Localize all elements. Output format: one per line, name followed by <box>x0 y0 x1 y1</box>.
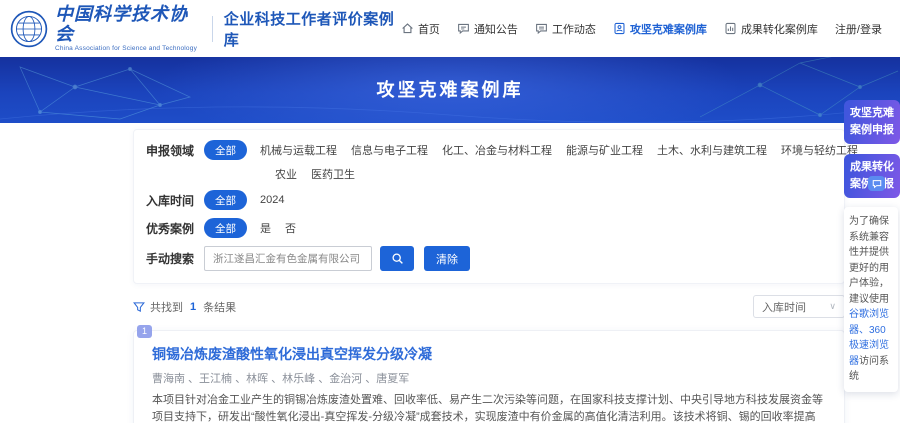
sort-select[interactable]: 入库时间 ∨ <box>753 295 845 318</box>
domain-option[interactable]: 信息与电子工程 <box>351 142 428 158</box>
filter-row-domain: 申报领域 全部 机械与运载工程 信息与电子工程 化工、冶金与材料工程 能源与矿业… <box>146 140 832 160</box>
nav-item-announcements[interactable]: 通知公告 <box>457 21 518 37</box>
nav-label: 攻坚克难案例库 <box>630 21 707 37</box>
chevron-down-icon: ∨ <box>829 301 836 312</box>
result-title-link[interactable]: 铜锡冶炼废渣酸性氧化浸出真空挥发分级冷凝 <box>152 344 826 364</box>
domain-options-row2: 农业 医药卫生 <box>275 166 832 182</box>
logo-title: 中国科学技术协会 <box>55 5 200 45</box>
news-icon <box>535 22 548 35</box>
filter-label: 入库时间 <box>146 192 204 209</box>
domain-all-pill[interactable]: 全部 <box>204 140 247 160</box>
main-nav: 首页 通知公告 工作动态 攻坚克难案例库 <box>401 21 882 37</box>
nav-label: 通知公告 <box>474 21 518 37</box>
top-header: 中国科学技术协会 China Association for Science a… <box>0 0 900 57</box>
nav-item-case-library[interactable]: 攻坚克难案例库 <box>613 21 707 37</box>
excellent-all-pill[interactable]: 全部 <box>204 218 247 238</box>
search-icon <box>391 252 404 265</box>
result-description: 本项目针对冶金工业产生的铜锡冶炼废渣处置难、回收率低、易产生二次污染等问题，在国… <box>152 392 826 423</box>
chat-bubble-icon <box>872 179 882 189</box>
home-icon <box>401 22 414 35</box>
filter-row-search: 手动搜索 清除 <box>146 246 832 271</box>
main-content: 申报领域 全部 机械与运载工程 信息与电子工程 化工、冶金与材料工程 能源与矿业… <box>133 129 845 423</box>
notice-text: 为了确保系统兼容性并提供更好的用户体验，建议使用 <box>849 216 889 305</box>
achievement-library-icon <box>724 22 737 35</box>
filter-funnel-icon <box>133 301 145 313</box>
year-all-pill[interactable]: 全部 <box>204 190 247 210</box>
nav-label: 首页 <box>418 21 440 37</box>
sort-label: 入库时间 <box>762 299 806 315</box>
browser360-link-tail[interactable]: 器 <box>849 356 859 367</box>
logo-subtitle: China Association for Science and Techno… <box>55 45 200 52</box>
excellent-options: 是 否 <box>260 220 296 236</box>
site-title: 企业科技工作者评价案例库 <box>224 8 401 50</box>
domain-options: 机械与运载工程 信息与电子工程 化工、冶金与材料工程 能源与矿业工程 土木、水利… <box>260 142 858 158</box>
nav-item-register-login[interactable]: 注册/登录 <box>835 21 882 37</box>
results-bar: 共找到 1 条结果 入库时间 ∨ <box>133 295 845 318</box>
domain-option[interactable]: 医药卫生 <box>311 166 355 182</box>
announcement-icon <box>457 22 470 35</box>
page-banner: 攻坚克难案例库 <box>0 57 900 123</box>
excellent-option-no[interactable]: 否 <box>285 220 296 236</box>
count-suffix: 条结果 <box>203 299 236 315</box>
helper-widget-icon[interactable] <box>868 176 885 191</box>
nav-label: 成果转化案例库 <box>741 21 818 37</box>
apply-case-button[interactable]: 攻坚克难 案例申报 <box>844 100 900 144</box>
search-input[interactable] <box>204 246 372 271</box>
result-authors: 曹海南 、王江楠 、林晖 、林乐峰 、金治河 、唐夏军 <box>152 370 826 386</box>
filter-panel: 申报领域 全部 机械与运载工程 信息与电子工程 化工、冶金与材料工程 能源与矿业… <box>133 129 845 284</box>
count-value: 1 <box>190 301 196 313</box>
domain-option[interactable]: 农业 <box>275 166 297 182</box>
results-count: 共找到 1 条结果 <box>133 299 236 315</box>
nav-label: 注册/登录 <box>835 21 882 37</box>
banner-title: 攻坚克难案例库 <box>0 57 900 123</box>
filter-label: 申报领域 <box>146 142 204 159</box>
nav-item-home[interactable]: 首页 <box>401 21 440 37</box>
nav-item-work-updates[interactable]: 工作动态 <box>535 21 596 37</box>
case-library-icon <box>613 22 626 35</box>
filter-row-year: 入库时间 全部 2024 <box>146 190 832 210</box>
nav-item-achievement-library[interactable]: 成果转化案例库 <box>724 21 818 37</box>
filter-row-excellent: 优秀案例 全部 是 否 <box>146 218 832 238</box>
year-option[interactable]: 2024 <box>260 194 284 206</box>
apply-case-line2: 案例申报 <box>850 124 894 136</box>
domain-option[interactable]: 化工、冶金与材料工程 <box>442 142 552 158</box>
nav-label: 工作动态 <box>552 21 596 37</box>
count-prefix: 共找到 <box>150 299 183 315</box>
domain-option[interactable]: 机械与运载工程 <box>260 142 337 158</box>
search-button[interactable] <box>380 246 414 271</box>
logo-text: 中国科学技术协会 China Association for Science a… <box>55 5 200 53</box>
brand-area: 中国科学技术协会 China Association for Science a… <box>10 5 401 53</box>
brand-divider <box>212 16 213 42</box>
clear-button[interactable]: 清除 <box>424 246 470 271</box>
year-options: 2024 <box>260 194 284 206</box>
result-index-badge: 1 <box>137 325 152 338</box>
filter-label: 优秀案例 <box>146 220 204 237</box>
domain-option[interactable]: 土木、水利与建筑工程 <box>657 142 767 158</box>
apply-case-line1: 攻坚克难 <box>850 107 894 119</box>
apply-achievement-line1: 成果转化 <box>850 161 894 173</box>
result-card: 1 铜锡冶炼废渣酸性氧化浸出真空挥发分级冷凝 曹海南 、王江楠 、林晖 、林乐峰… <box>133 330 845 423</box>
filter-label: 手动搜索 <box>146 250 204 267</box>
side-floating-panel: 攻坚克难 案例申报 成果转化 案例申报 为了确保系统兼容性并提供更好的用户体验，… <box>842 100 900 392</box>
cast-logo-icon <box>10 10 48 48</box>
browser-notice: 为了确保系统兼容性并提供更好的用户体验，建议使用谷歌浏览器、360极速浏览器访问… <box>844 207 898 392</box>
excellent-option-yes[interactable]: 是 <box>260 220 271 236</box>
domain-option[interactable]: 能源与矿业工程 <box>566 142 643 158</box>
